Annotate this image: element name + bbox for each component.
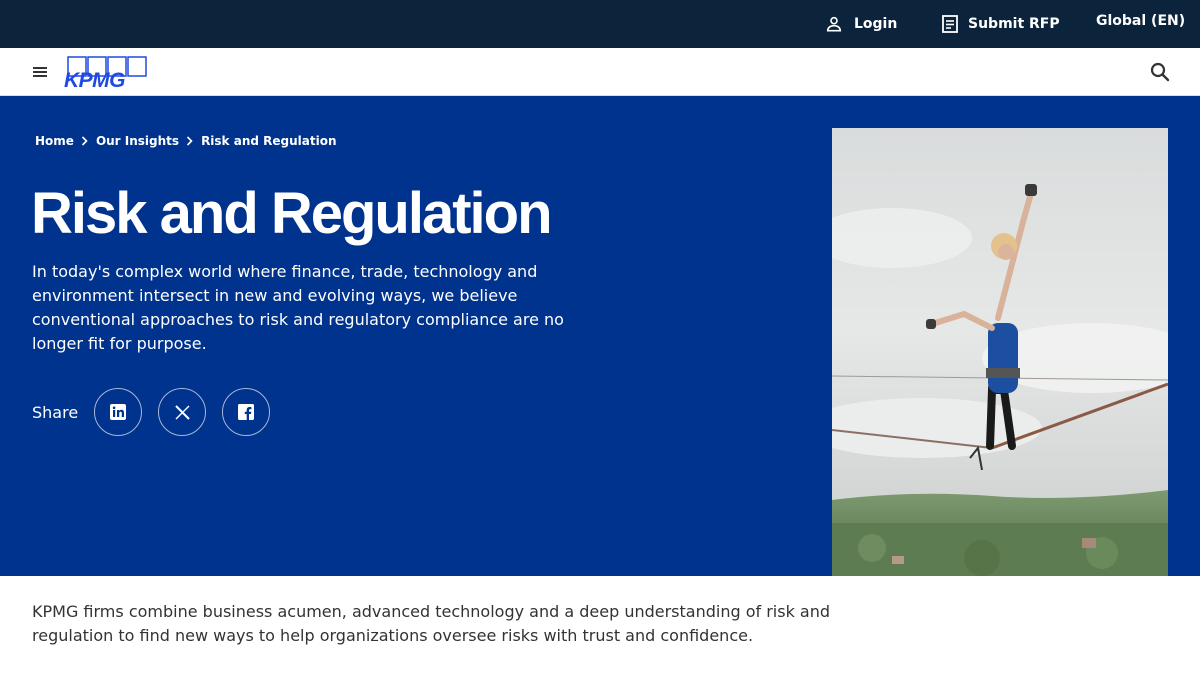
page-title: Risk and Regulation [31,181,553,246]
x-icon [174,404,190,420]
login-link[interactable]: Login [824,0,897,48]
breadcrumb-risk-and-regulation[interactable]: Risk and Regulation [201,134,336,148]
main-navbar: KPMG [0,48,1200,96]
hero-description: In today's complex world where finance, … [32,262,564,353]
submit-rfp-link[interactable]: Submit RFP [942,0,1060,48]
region-selector[interactable]: Global (EN) [1096,0,1185,45]
breadcrumb-home[interactable]: Home [35,134,74,148]
utility-bar: Login Submit RFP Global (EN) [0,0,1200,48]
submit-rfp-label: Submit RFP [968,16,1060,32]
share-label: Share [32,402,79,422]
login-label: Login [854,16,898,32]
hamburger-icon [33,67,47,77]
search-button[interactable] [1148,60,1172,84]
breadcrumb: Home Our Insights Risk and Regulation [35,134,336,148]
breadcrumb-our-insights[interactable]: Our Insights [96,134,179,148]
region-label: Global (EN) [1096,13,1186,29]
linkedin-icon [110,404,127,420]
chevron-right-icon [186,136,193,146]
chevron-right-icon [81,136,88,146]
document-icon [942,15,958,33]
hero-section: Home Our Insights Risk and Regulation Ri… [0,96,1200,576]
share-x-button[interactable] [158,388,207,436]
kpmg-logo[interactable]: KPMG [62,55,148,92]
logo-wordmark: KPMG [64,69,125,89]
facebook-icon [238,404,255,420]
share-linkedin-button[interactable] [94,388,143,436]
hero-image [832,128,1168,576]
share-facebook-button[interactable] [222,388,271,436]
share-bar: Share [32,388,286,436]
intro-paragraph: KPMG firms combine business acumen, adva… [32,602,831,645]
menu-button[interactable] [31,62,51,82]
user-icon [826,16,842,32]
search-icon [1150,62,1170,82]
